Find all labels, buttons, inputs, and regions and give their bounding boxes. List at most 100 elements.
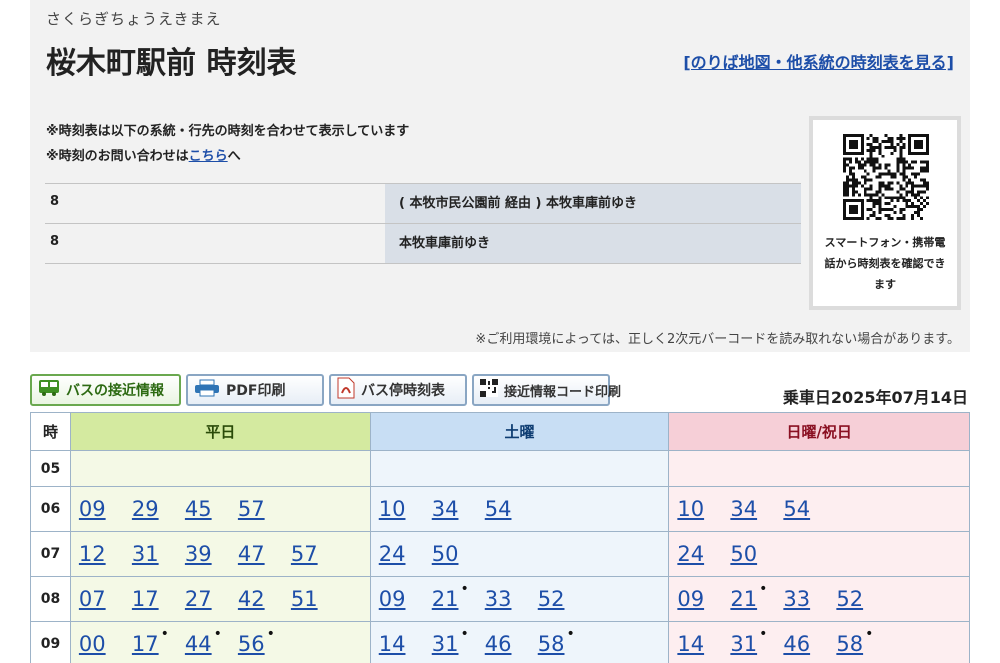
- minute-text: 07: [78, 587, 106, 611]
- departure-minute-link[interactable]: 47: [238, 542, 291, 566]
- ride-date: 乗車日2025年07月14日: [782, 388, 968, 407]
- departure-minute-link[interactable]: 57: [238, 497, 291, 521]
- departure-minute-link[interactable]: 12: [79, 542, 132, 566]
- stop-map-link[interactable]: [のりば地図・他系統の時刻表を見る]: [683, 49, 954, 73]
- saturday-times-cell: 24 50: [369, 531, 670, 577]
- departure-minute-link[interactable]: 10: [379, 497, 432, 521]
- stop-timetable-button[interactable]: バス停時刻表: [329, 374, 467, 406]
- departure-minute-link[interactable]: 46: [783, 632, 836, 656]
- minute-text: 10: [378, 497, 406, 521]
- minute-text: 56: [237, 632, 265, 656]
- departure-minute-link[interactable]: 46: [485, 632, 538, 656]
- minute-text: 42: [237, 587, 265, 611]
- departure-minute-link[interactable]: 24: [677, 542, 730, 566]
- departure-minute-link[interactable]: 00: [79, 632, 132, 656]
- minute-text: 34: [431, 497, 459, 521]
- minute-text: 50: [730, 542, 758, 566]
- minute-text: 21: [730, 587, 758, 611]
- departure-minute-link[interactable]: 52: [836, 587, 889, 611]
- minute-text: 57: [290, 542, 318, 566]
- pdf-print-button[interactable]: PDF印刷: [186, 374, 324, 406]
- minute-text: 47: [237, 542, 265, 566]
- qr-small-icon: [480, 379, 498, 401]
- route-number: 8: [45, 183, 385, 224]
- holiday-times-cell: 10 34 54: [668, 486, 970, 532]
- inquiry-note-prefix: ※時刻のお問い合わせは: [46, 149, 189, 164]
- departure-minute-link[interactable]: 57: [291, 542, 344, 566]
- minute-text: 31: [730, 632, 758, 656]
- printer-icon: [194, 379, 220, 401]
- stop-name-kana: さくらぎちょうえきまえ: [46, 10, 222, 28]
- minute-text: 09: [78, 497, 106, 521]
- departure-minute-link[interactable]: 14: [677, 632, 730, 656]
- approach-code-print-button[interactable]: 接近情報コード印刷: [472, 374, 621, 406]
- departure-minute-link[interactable]: 58 •: [538, 626, 591, 656]
- timetable-row: 07 12 31 39 47 57 24 50 24 50: [30, 531, 970, 577]
- departure-minute-link[interactable]: 29: [132, 497, 185, 521]
- departure-minute-link[interactable]: 31 •: [431, 626, 485, 656]
- minute-text: 27: [184, 587, 212, 611]
- departure-minute-link[interactable]: 24: [379, 542, 432, 566]
- departure-minute-link[interactable]: 51: [291, 587, 344, 611]
- departure-minute-link[interactable]: 52: [538, 587, 591, 611]
- departure-minute-link[interactable]: 34: [730, 497, 783, 521]
- inquiry-note: ※時刻のお問い合わせはこちらへ: [46, 145, 241, 164]
- hour-cell: 05: [30, 450, 71, 487]
- holiday-times-cell: 09 21 • 33 52: [668, 576, 970, 622]
- minute-list: 07 17 27 42 51: [71, 587, 370, 611]
- minute-text: 39: [184, 542, 212, 566]
- departure-minute-link[interactable]: 42: [238, 587, 291, 611]
- departure-minute-link[interactable]: 21 •: [730, 581, 783, 611]
- departure-minute-link[interactable]: 10: [677, 497, 730, 521]
- route-row: 8 ( 本牧市民公園前 経由 ) 本牧車庫前ゆき: [45, 183, 801, 224]
- minute-text: 50: [431, 542, 459, 566]
- holiday-times-cell: [668, 450, 970, 487]
- departure-minute-link[interactable]: 07: [79, 587, 132, 611]
- weekday-times-cell: [69, 450, 371, 487]
- departure-minute-link[interactable]: 31: [132, 542, 185, 566]
- timetable-row: 05: [30, 450, 970, 487]
- inquiry-link[interactable]: こちら: [189, 149, 228, 164]
- departure-minute-link[interactable]: 09: [379, 587, 432, 611]
- qr-caption: スマートフォン・携帯電話から時刻表を確認できます: [824, 236, 946, 291]
- departure-minute-link[interactable]: 45: [185, 497, 238, 521]
- minute-text: 33: [783, 587, 811, 611]
- route-note: ※時刻表は以下の系統・行先の時刻を合わせて表示しています: [46, 124, 410, 139]
- page-title: 桜木町駅前 時刻表: [46, 46, 297, 81]
- departure-minute-link[interactable]: 17: [132, 587, 185, 611]
- departure-minute-link[interactable]: 09: [79, 497, 132, 521]
- minute-list: 24 50: [669, 542, 969, 566]
- departure-minute-link[interactable]: 21 •: [432, 581, 485, 611]
- departure-minute-link[interactable]: 14: [379, 632, 432, 656]
- bus-approach-button[interactable]: バスの接近情報: [30, 374, 181, 406]
- inquiry-note-suffix: へ: [227, 149, 241, 164]
- minute-text: 31: [431, 632, 459, 656]
- departure-minute-link[interactable]: 50: [730, 542, 783, 566]
- qr-code-icon: [843, 134, 929, 220]
- departure-minute-link[interactable]: 44 •: [185, 626, 238, 656]
- departure-minute-link[interactable]: 33: [485, 587, 538, 611]
- holiday-times-cell: 24 50: [668, 531, 970, 577]
- departure-minute-link[interactable]: 54: [783, 497, 836, 521]
- departure-minute-link[interactable]: 31 •: [730, 626, 783, 656]
- departure-minute-link[interactable]: 50: [432, 542, 485, 566]
- departure-minute-link[interactable]: 27: [185, 587, 238, 611]
- departure-minute-link[interactable]: 58 •: [836, 626, 889, 656]
- departure-minute-link[interactable]: 54: [485, 497, 538, 521]
- holiday-header: 日曜/祝日: [668, 412, 970, 451]
- departure-minute-link[interactable]: 17 •: [132, 626, 185, 656]
- departure-minute-link[interactable]: 56 •: [237, 626, 291, 656]
- via-marker-dot: •: [460, 626, 469, 642]
- route-destination: ( 本牧市民公園前 経由 ) 本牧車庫前ゆき: [385, 183, 801, 224]
- departure-minute-link[interactable]: 34: [432, 497, 485, 521]
- weekday-times-cell: 07 17 27 42 51: [69, 576, 371, 622]
- departure-minute-link[interactable]: 33: [783, 587, 836, 611]
- bus-approach-label: バスの接近情報: [66, 383, 164, 399]
- weekday-times-cell: 09 29 45 57: [69, 486, 371, 532]
- minute-text: 09: [378, 587, 406, 611]
- timetable: 時 平日 土曜 日曜/祝日 05 06 09 29 45 57 10 34 54 10 34 54 07…: [30, 412, 970, 663]
- minute-text: 31: [131, 542, 159, 566]
- departure-minute-link[interactable]: 39: [185, 542, 238, 566]
- weekday-times-cell: 00 17 • 44 • 56 •: [69, 621, 371, 663]
- departure-minute-link[interactable]: 09: [677, 587, 730, 611]
